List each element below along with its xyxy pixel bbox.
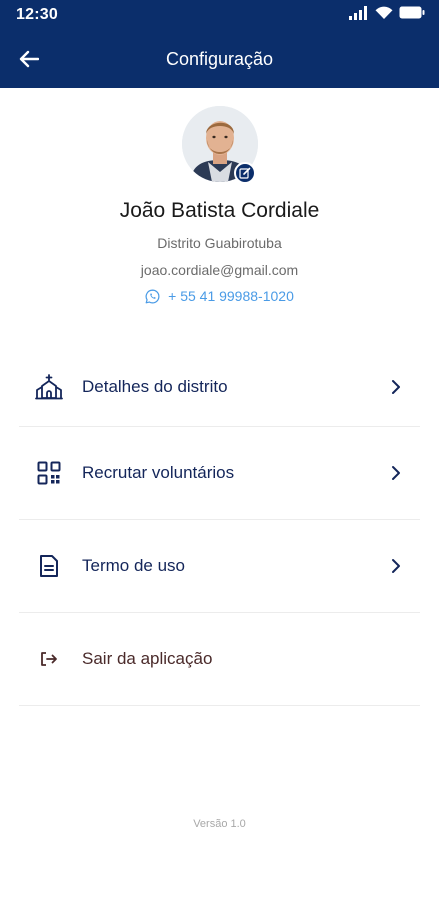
status-icons <box>349 5 425 25</box>
menu-item-label: Sair da aplicação <box>82 648 213 668</box>
menu-item-label: Detalhes do distrito <box>82 377 228 396</box>
status-time: 12:30 <box>16 6 58 23</box>
menu-item-recruit-volunteers[interactable]: Recrutar voluntários <box>19 427 420 520</box>
menu-item-label: Termo de uso <box>82 555 185 575</box>
profile-email: joao.cordiale@gmail.com <box>140 262 299 278</box>
menu-item-label: Recrutar voluntários <box>82 462 235 482</box>
edit-avatar-button[interactable] <box>233 162 256 184</box>
menu-item-terms-of-use[interactable]: Termo de uso <box>19 520 420 613</box>
qr-code-icon <box>34 458 64 488</box>
profile-phone-link[interactable]: + 55 41 99988-1020 <box>145 288 294 304</box>
edit-icon <box>238 167 250 179</box>
logout-icon <box>34 644 64 674</box>
battery-icon <box>399 6 425 24</box>
signal-icon <box>349 5 369 25</box>
whatsapp-icon <box>145 289 160 303</box>
back-button[interactable] <box>14 44 44 74</box>
menu-item-logout[interactable]: Sair da aplicação <box>19 613 420 706</box>
page-title: Configuração <box>165 48 274 69</box>
chevron-right-icon <box>387 378 405 396</box>
avatar-container <box>181 106 258 184</box>
chevron-right-icon <box>387 464 405 482</box>
settings-screen: 12:30 Configuração João Batista Cordiale… <box>0 0 439 900</box>
app-bar: Configuração <box>0 30 439 88</box>
settings-menu: Detalhes do distrito Recrutar voluntário… <box>0 349 439 706</box>
app-version: Versão 1.0 <box>193 818 246 830</box>
menu-item-district-details[interactable]: Detalhes do distrito <box>19 349 420 427</box>
chevron-right-icon <box>387 557 405 575</box>
header: 12:30 Configuração <box>0 0 439 88</box>
document-icon <box>34 551 64 581</box>
status-bar: 12:30 <box>0 0 439 30</box>
phone-number: + 55 41 99988-1020 <box>168 288 294 304</box>
wifi-icon <box>375 6 393 25</box>
church-icon <box>34 372 64 402</box>
profile-section: João Batista Cordiale Distrito Guabirotu… <box>0 88 439 309</box>
profile-name: João Batista Cordiale <box>119 199 320 222</box>
arrow-left-icon <box>19 50 39 68</box>
profile-district: Distrito Guabirotuba <box>157 235 282 251</box>
